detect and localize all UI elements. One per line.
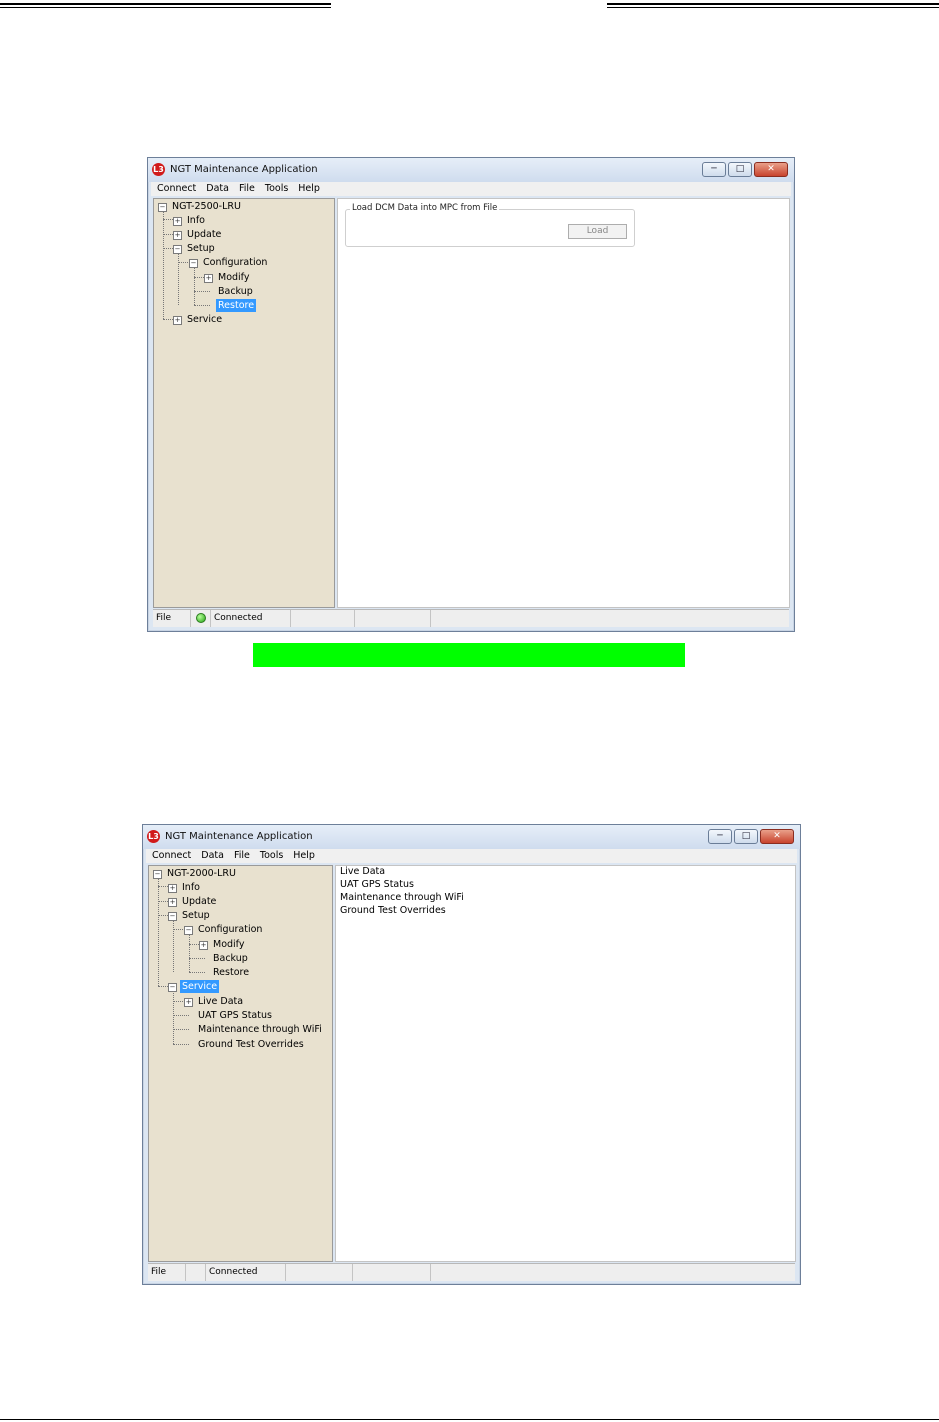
tree-label: Modify (218, 272, 250, 283)
groupbox-title: Load DCM Data into MPC from File (350, 203, 500, 213)
window-controls: ─ □ ✕ (702, 162, 788, 177)
tree-label: Setup (187, 243, 215, 254)
status-connection: Connected (211, 610, 291, 627)
app-window-2: L3 NGT Maintenance Application ─ □ ✕ Con… (142, 824, 801, 1285)
status-empty-1 (291, 610, 355, 627)
tree-label: NGT-2000-LRU (167, 868, 236, 879)
status-connection: Connected (206, 1264, 286, 1281)
load-button[interactable]: Load (568, 224, 627, 239)
expand-icon[interactable]: + (168, 898, 177, 907)
maximize-button[interactable]: □ (728, 162, 752, 177)
tree-label: Info (187, 215, 205, 226)
collapse-icon[interactable]: − (158, 203, 167, 212)
title-bar[interactable]: L3 NGT Maintenance Application ─ □ ✕ (143, 825, 800, 849)
collapse-icon[interactable]: − (168, 912, 177, 921)
menu-connect[interactable]: Connect (152, 849, 191, 863)
tree-label: Setup (182, 910, 210, 921)
menu-data[interactable]: Data (206, 182, 229, 196)
status-bar: File Connected (148, 1263, 795, 1281)
tree-label: NGT-2500-LRU (172, 201, 241, 212)
navigation-tree[interactable]: − NGT-2000-LRU + Info + Update − Setup −… (148, 865, 333, 1262)
content-item-live-data[interactable]: Live Data (340, 866, 385, 878)
tree-label-selected: Restore (216, 299, 257, 312)
tree-label: Update (187, 229, 222, 240)
menu-tools[interactable]: Tools (260, 849, 283, 863)
footer-rule (0, 1419, 939, 1420)
window-controls: ─ □ ✕ (708, 829, 794, 844)
menu-data[interactable]: Data (201, 849, 224, 863)
tree-label: Backup (213, 953, 248, 964)
tree-label: Live Data (198, 996, 244, 1007)
tree-label: Service (187, 314, 223, 325)
load-dcm-groupbox: Load DCM Data into MPC from File Load (345, 203, 635, 247)
minimize-button[interactable]: ─ (708, 829, 732, 844)
expand-icon[interactable]: + (173, 217, 182, 226)
header-rule-right (607, 3, 939, 8)
content-item-maintenance-wifi[interactable]: Maintenance through WiFi (340, 892, 464, 904)
tree-label: Info (182, 882, 200, 893)
content-panel: Live Data UAT GPS Status Maintenance thr… (335, 865, 796, 1262)
status-empty-1 (286, 1264, 353, 1281)
status-file: File (148, 1264, 186, 1281)
tree-label: UAT GPS Status (198, 1010, 272, 1021)
expand-icon[interactable]: + (168, 884, 177, 893)
status-file: File (153, 610, 191, 627)
status-indicator-cell (186, 1264, 206, 1281)
collapse-icon[interactable]: − (153, 870, 162, 879)
expand-icon[interactable]: + (204, 274, 213, 283)
app-logo-icon: L3 (152, 163, 165, 176)
app-window-1: L3 NGT Maintenance Application ─ □ ✕ Con… (147, 157, 795, 632)
tree-label-selected: Service (180, 980, 220, 993)
app-logo-icon: L3 (147, 830, 160, 843)
expand-icon[interactable]: + (184, 998, 193, 1007)
expand-icon[interactable]: + (173, 231, 182, 240)
menu-file[interactable]: File (239, 182, 255, 196)
tree-label: Configuration (203, 257, 268, 268)
tree-label: Backup (218, 286, 253, 297)
connection-status-icon (196, 613, 206, 623)
content-item-uat-gps-status[interactable]: UAT GPS Status (340, 879, 414, 891)
navigation-tree[interactable]: − NGT-2500-LRU + Info + Update − Setup −… (153, 198, 335, 608)
collapse-icon[interactable]: − (173, 245, 182, 254)
tree-label: Configuration (198, 924, 263, 935)
status-bar: File Connected (153, 609, 789, 627)
status-empty-2 (353, 1264, 431, 1281)
status-indicator-cell (191, 610, 211, 627)
header-rule-left (0, 3, 331, 8)
menu-connect[interactable]: Connect (157, 182, 196, 196)
highlight-bar (253, 643, 685, 667)
tree-label: Modify (213, 939, 245, 950)
status-empty-2 (355, 610, 431, 627)
content-panel: Load DCM Data into MPC from File Load (337, 198, 790, 608)
window-title: NGT Maintenance Application (170, 164, 318, 175)
expand-icon[interactable]: + (173, 316, 182, 325)
title-bar[interactable]: L3 NGT Maintenance Application ─ □ ✕ (148, 158, 794, 182)
content-item-ground-test-overrides[interactable]: Ground Test Overrides (340, 905, 446, 917)
menu-help[interactable]: Help (293, 849, 315, 863)
tree-label: Ground Test Overrides (198, 1039, 304, 1050)
tree-label: Update (182, 896, 217, 907)
close-button[interactable]: ✕ (760, 829, 794, 844)
collapse-icon[interactable]: − (168, 983, 177, 992)
menu-bar: Connect Data File Tools Help (151, 182, 791, 196)
maximize-button[interactable]: □ (734, 829, 758, 844)
menu-bar: Connect Data File Tools Help (146, 849, 797, 863)
menu-file[interactable]: File (234, 849, 250, 863)
tree-label: Restore (213, 967, 250, 978)
menu-help[interactable]: Help (298, 182, 320, 196)
window-title: NGT Maintenance Application (165, 831, 313, 842)
collapse-icon[interactable]: − (184, 926, 193, 935)
expand-icon[interactable]: + (199, 941, 208, 950)
collapse-icon[interactable]: − (189, 259, 198, 268)
minimize-button[interactable]: ─ (702, 162, 726, 177)
close-button[interactable]: ✕ (754, 162, 788, 177)
tree-label: Maintenance through WiFi (198, 1024, 322, 1035)
menu-tools[interactable]: Tools (265, 182, 288, 196)
